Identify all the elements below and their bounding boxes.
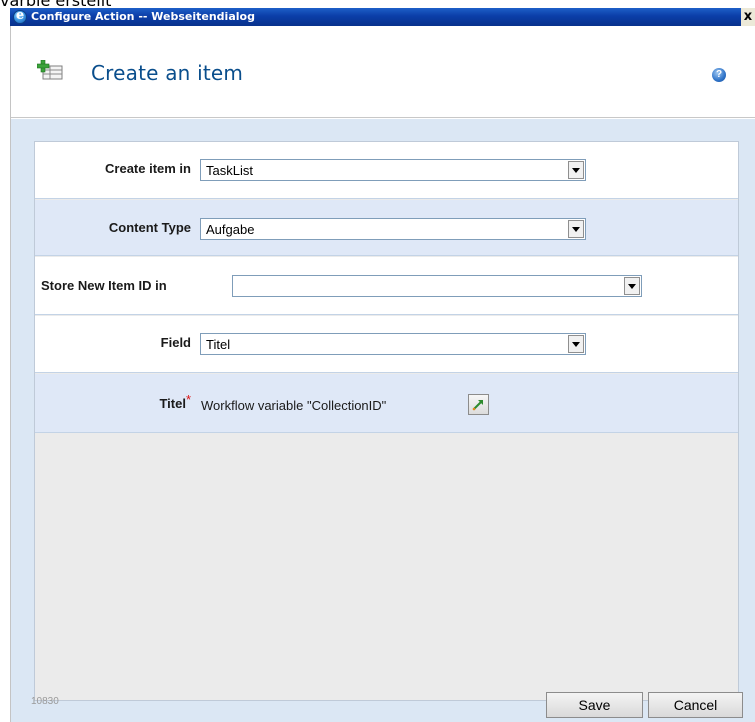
content-type-label: Content Type — [108, 220, 191, 235]
titel-label-text: Titel — [159, 396, 186, 411]
row-titel: Titel* Workflow variable "CollectionID" — [35, 374, 738, 433]
content-type-select[interactable]: Aufgabe — [200, 218, 586, 240]
store-new-item-id-select[interactable] — [232, 275, 642, 297]
row-content-type: Content Type Aufgabe — [35, 200, 738, 256]
create-item-in-value: TaskList — [206, 163, 253, 178]
create-item-in-select[interactable]: TaskList — [200, 159, 586, 181]
titel-value-text: Workflow variable "CollectionID" — [201, 398, 387, 413]
lookup-button[interactable] — [468, 394, 489, 415]
store-new-item-id-label: Store New Item ID in — [41, 278, 167, 293]
required-marker: * — [185, 392, 191, 407]
window-titlebar: Configure Action -- Webseitendialog x — [10, 8, 755, 26]
row-field: Field Titel — [35, 316, 738, 373]
lookup-arrow-icon — [472, 400, 483, 411]
page: varble erstellt Configure Action -- Webs… — [0, 0, 755, 722]
page-title: Create an item — [91, 61, 244, 85]
save-button[interactable]: Save — [546, 692, 643, 718]
dialog-header: Create an item ? — [11, 26, 755, 118]
add-item-icon — [37, 60, 63, 80]
chevron-down-icon — [624, 277, 640, 295]
field-value: Titel — [206, 337, 231, 352]
field-label: Field — [160, 335, 191, 350]
footer-id: 10830 — [31, 696, 59, 707]
titel-label: Titel* — [159, 392, 191, 411]
window-title: Configure Action -- Webseitendialog — [31, 10, 255, 23]
content-area: Create item in TaskList Content Type Auf… — [11, 119, 755, 722]
row-store-new-item-id: Store New Item ID in — [35, 257, 738, 315]
content-type-value: Aufgabe — [206, 222, 255, 237]
create-item-in-label: Create item in — [105, 161, 191, 176]
chevron-down-icon — [568, 335, 584, 353]
background-page-text: varble erstellt — [0, 0, 755, 8]
help-icon[interactable]: ? — [712, 68, 726, 82]
chevron-down-icon — [568, 161, 584, 179]
form-panel: Create item in TaskList Content Type Auf… — [34, 141, 739, 701]
close-button[interactable]: x — [741, 8, 755, 26]
dialog: Create an item ? Create item in TaskList… — [10, 26, 755, 722]
row-create-item-in: Create item in TaskList — [35, 142, 738, 199]
field-select[interactable]: Titel — [200, 333, 586, 355]
browser-icon — [13, 8, 27, 24]
background-text: varble erstellt — [0, 0, 111, 8]
chevron-down-icon — [568, 220, 584, 238]
cancel-button[interactable]: Cancel — [648, 692, 743, 718]
